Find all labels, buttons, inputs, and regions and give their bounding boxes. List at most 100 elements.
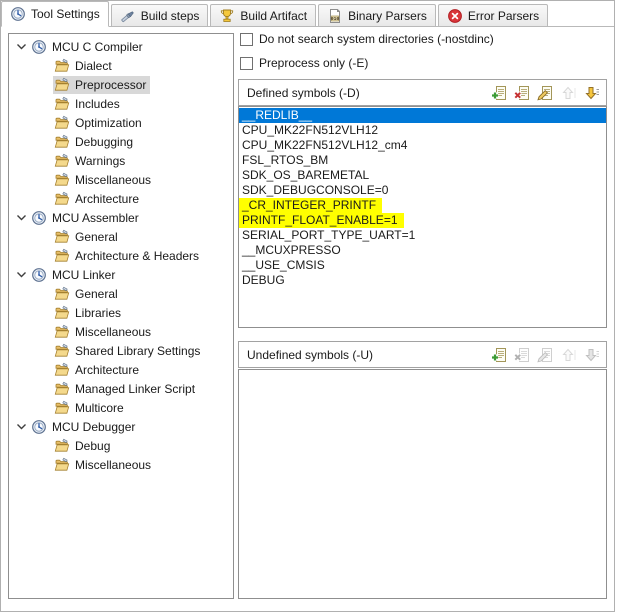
tree-item-mcu-c-compiler-preprocessor[interactable]: Preprocessor <box>9 75 233 94</box>
symbol-row[interactable]: SDK_DEBUGCONSOLE=0 <box>239 183 606 198</box>
edit-symbol-button[interactable] <box>537 85 554 101</box>
tree-item-mcu-assembler-architecture-headers[interactable]: Architecture & Headers <box>9 246 233 265</box>
category-folder-icon <box>54 134 70 150</box>
tree-item-label: Miscellaneous <box>75 172 152 187</box>
category-folder-icon <box>54 96 70 112</box>
settings-tree[interactable]: MCU C Compiler Dialect Preprocessor Include… <box>8 33 234 599</box>
checkbox-label: Do not search system directories (-nostd… <box>259 32 494 46</box>
category-folder-icon <box>54 229 70 245</box>
category-folder-icon <box>54 324 70 340</box>
tab-bar: Tool Settings Build steps Build Artifact… <box>1 1 614 27</box>
tree-item-mcu-linker-multicore[interactable]: Multicore <box>9 398 233 417</box>
svg-text:010: 010 <box>331 16 340 22</box>
tree-item-mcu-debugger-debug[interactable]: Debug <box>9 436 233 455</box>
symbol-row[interactable]: _CR_INTEGER_PRINTF <box>239 198 606 213</box>
undefined-symbols-title: Undefined symbols (-U) <box>247 347 374 362</box>
tab-error-parsers[interactable]: Error Parsers <box>437 4 549 27</box>
add-symbol-button[interactable] <box>491 347 508 363</box>
tree-item-mcu-linker-libraries[interactable]: Libraries <box>9 303 233 322</box>
move-down-symbol-button[interactable] <box>583 85 600 101</box>
category-folder-icon <box>54 153 70 169</box>
tree-item-mcu-c-compiler-dialect[interactable]: Dialect <box>9 56 233 75</box>
tab-label: Error Parsers <box>467 8 540 23</box>
add-symbol-icon <box>491 347 506 362</box>
tree-item-mcu-assembler-general[interactable]: General <box>9 227 233 246</box>
symbol-row[interactable]: __REDLIB__ <box>239 108 606 123</box>
category-folder-icon <box>54 457 70 473</box>
tree-item-mcu-c-compiler-optimization[interactable]: Optimization <box>9 113 233 132</box>
chevron-down-icon[interactable] <box>14 210 30 226</box>
move-up-symbol-button <box>560 347 577 363</box>
tree-item-mcu-debugger-miscellaneous[interactable]: Miscellaneous <box>9 455 233 474</box>
checkbox-preprocess-only[interactable]: Preprocess only (-E) <box>240 55 368 71</box>
tree-item-mcu-linker-general[interactable]: General <box>9 284 233 303</box>
tree-item-mcu-c-compiler-includes[interactable]: Includes <box>9 94 233 113</box>
tree-item-label: Architecture & Headers <box>75 248 200 263</box>
tree-item-label: MCU C Compiler <box>52 39 143 54</box>
checkbox-nostdinc[interactable]: Do not search system directories (-nostd… <box>240 31 494 47</box>
delete-symbol-icon <box>514 347 529 362</box>
tree-item-mcu-linker-shared-library-settings[interactable]: Shared Library Settings <box>9 341 233 360</box>
symbol-row[interactable]: CPU_MK22FN512VLH12_cm4 <box>239 138 606 153</box>
tree-item-mcu-c-compiler[interactable]: MCU C Compiler <box>9 37 233 56</box>
delete-symbol-button[interactable] <box>514 85 531 101</box>
symbol-row[interactable]: CPU_MK22FN512VLH12 <box>239 123 606 138</box>
checkbox-box[interactable] <box>240 56 253 70</box>
tree-item-label: Warnings <box>75 153 126 168</box>
tree-item-mcu-linker-miscellaneous[interactable]: Miscellaneous <box>9 322 233 341</box>
chevron-down-icon[interactable] <box>14 39 30 55</box>
tree-item-mcu-linker-managed-linker-script[interactable]: Managed Linker Script <box>9 379 233 398</box>
tree-item-label: Multicore <box>75 400 124 415</box>
tree-item-mcu-c-compiler-miscellaneous[interactable]: Miscellaneous <box>9 170 233 189</box>
tree-item-mcu-debugger[interactable]: MCU Debugger <box>9 417 233 436</box>
symbol-row[interactable]: SERIAL_PORT_TYPE_UART=1 <box>239 228 606 243</box>
tree-item-label: MCU Assembler <box>52 210 139 225</box>
tool-gauge-icon <box>31 419 47 435</box>
category-folder-icon <box>54 77 70 93</box>
category-folder-icon <box>54 438 70 454</box>
arrow-up-icon <box>562 348 576 361</box>
tree-item-label: Debug <box>75 438 111 453</box>
tree-item-label: Includes <box>75 96 120 111</box>
tab-label: Build Artifact <box>240 8 308 23</box>
move-down-symbol-button <box>583 347 600 363</box>
symbol-row[interactable]: SDK_OS_BAREMETAL <box>239 168 606 183</box>
tool-gauge-icon <box>31 267 47 283</box>
tab-tool-settings[interactable]: Tool Settings <box>1 1 109 27</box>
tree-item-label: Preprocessor <box>75 77 147 92</box>
tree-item-label: Architecture <box>75 362 140 377</box>
tree-item-mcu-linker[interactable]: MCU Linker <box>9 265 233 284</box>
tree-item-mcu-c-compiler-architecture[interactable]: Architecture <box>9 189 233 208</box>
symbol-row[interactable]: __USE_CMSIS <box>239 258 606 273</box>
defined-symbols-toolbar <box>485 85 600 101</box>
gauge-icon <box>11 7 25 21</box>
symbol-row[interactable]: DEBUG <box>239 273 606 288</box>
tree-item-mcu-c-compiler-debugging[interactable]: Debugging <box>9 132 233 151</box>
category-folder-icon <box>54 305 70 321</box>
edit-symbol-icon <box>537 85 552 100</box>
symbol-row[interactable]: PRINTF_FLOAT_ENABLE=1 <box>239 213 606 228</box>
tree-item-mcu-assembler[interactable]: MCU Assembler <box>9 208 233 227</box>
symbol-row[interactable]: FSL_RTOS_BM <box>239 153 606 168</box>
tab-label: Build steps <box>140 8 200 23</box>
tree-item-mcu-linker-architecture[interactable]: Architecture <box>9 360 233 379</box>
tree-item-label: Optimization <box>75 115 142 130</box>
tab-binary-parsers[interactable]: 010 Binary Parsers <box>318 4 436 27</box>
category-folder-icon <box>54 381 70 397</box>
defined-symbols-list[interactable]: __REDLIB__ CPU_MK22FN512VLH12 CPU_MK22FN51… <box>238 106 607 328</box>
arrow-up-icon <box>562 86 576 99</box>
tab-build-steps[interactable]: Build steps <box>110 4 209 27</box>
chevron-down-icon[interactable] <box>14 419 30 435</box>
tree-item-mcu-c-compiler-warnings[interactable]: Warnings <box>9 151 233 170</box>
tree-item-label: Dialect <box>75 58 112 73</box>
tab-build-artifact[interactable]: Build Artifact <box>210 4 317 27</box>
symbol-row[interactable]: __MCUXPRESSO <box>239 243 606 258</box>
chevron-down-icon[interactable] <box>14 267 30 283</box>
defined-symbols-header: Defined symbols (-D) <box>238 79 607 106</box>
undefined-symbols-list[interactable] <box>238 369 607 599</box>
trophy-icon <box>221 9 234 22</box>
category-folder-icon <box>54 343 70 359</box>
add-symbol-button[interactable] <box>491 85 508 101</box>
symbol-text-highlighted: PRINTF_FLOAT_ENABLE=1 <box>239 213 404 228</box>
checkbox-box[interactable] <box>240 32 253 46</box>
